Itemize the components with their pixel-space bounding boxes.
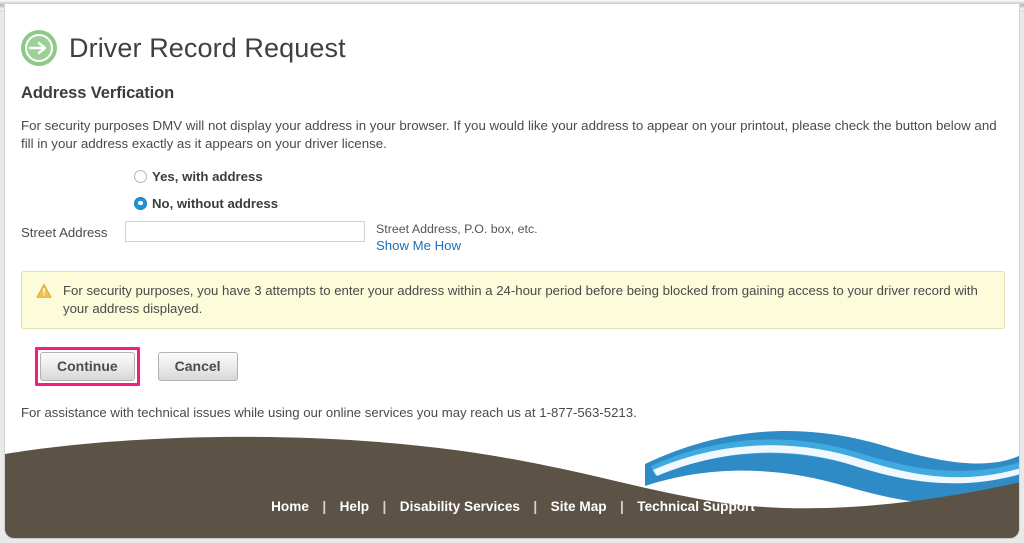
- section-heading: Address Verfication: [21, 84, 175, 102]
- show-me-how-link[interactable]: Show Me How: [376, 237, 538, 254]
- footer-link-disability-services[interactable]: Disability Services: [400, 499, 520, 514]
- footer-separator: |: [533, 499, 538, 514]
- footer-separator: |: [322, 499, 327, 514]
- street-address-hint-group: Street Address, P.O. box, etc. Show Me H…: [376, 221, 538, 254]
- footer: Home | Help | Disability Services | Site…: [5, 408, 1019, 538]
- intro-paragraph: For security purposes DMV will not displ…: [21, 118, 997, 151]
- footer-separator: |: [382, 499, 387, 514]
- page-card: Driver Record Request Address Verficatio…: [4, 4, 1020, 539]
- footer-nav: Home | Help | Disability Services | Site…: [5, 498, 1019, 516]
- footer-separator: |: [620, 499, 624, 514]
- page-header: Driver Record Request: [21, 14, 1005, 72]
- radio-option-yes-with-address[interactable]: Yes, with address: [134, 166, 1005, 186]
- radio-no-indicator[interactable]: [134, 196, 147, 210]
- cancel-button[interactable]: Cancel: [157, 352, 238, 381]
- address-option-group: Yes, with address No, without address: [134, 166, 1005, 213]
- screenshot-root: Driver Record Request Address Verficatio…: [0, 0, 1024, 543]
- radio-yes-label: Yes, with address: [152, 168, 263, 184]
- main-content: Driver Record Request Address Verficatio…: [5, 14, 1019, 433]
- street-address-input[interactable]: [125, 221, 365, 242]
- footer-link-help[interactable]: Help: [340, 499, 369, 514]
- continue-button[interactable]: Continue: [40, 352, 135, 381]
- footer-link-site-map[interactable]: Site Map: [551, 499, 607, 514]
- security-notice: For security purposes, you have 3 attemp…: [21, 271, 1005, 329]
- radio-option-no-without-address[interactable]: No, without address: [134, 193, 1005, 213]
- footer-link-home[interactable]: Home: [271, 499, 309, 514]
- footer-wave-graphic: [5, 431, 1019, 538]
- page-title: Driver Record Request: [69, 32, 346, 63]
- street-address-row: Street Address Street Address, P.O. box,…: [21, 221, 1005, 254]
- green-arrow-circle-icon: [21, 30, 57, 66]
- footer-link-technical-support[interactable]: Technical Support: [637, 499, 755, 514]
- warning-triangle-icon: [36, 283, 52, 298]
- action-button-row: Continue Cancel: [35, 347, 1005, 386]
- street-address-label: Street Address: [21, 225, 108, 240]
- continue-button-highlight: Continue: [35, 347, 140, 386]
- radio-yes-indicator[interactable]: [134, 169, 147, 183]
- security-notice-text: For security purposes, you have 3 attemp…: [63, 283, 978, 316]
- street-address-hint: Street Address, P.O. box, etc.: [376, 222, 538, 236]
- radio-no-label: No, without address: [152, 195, 279, 211]
